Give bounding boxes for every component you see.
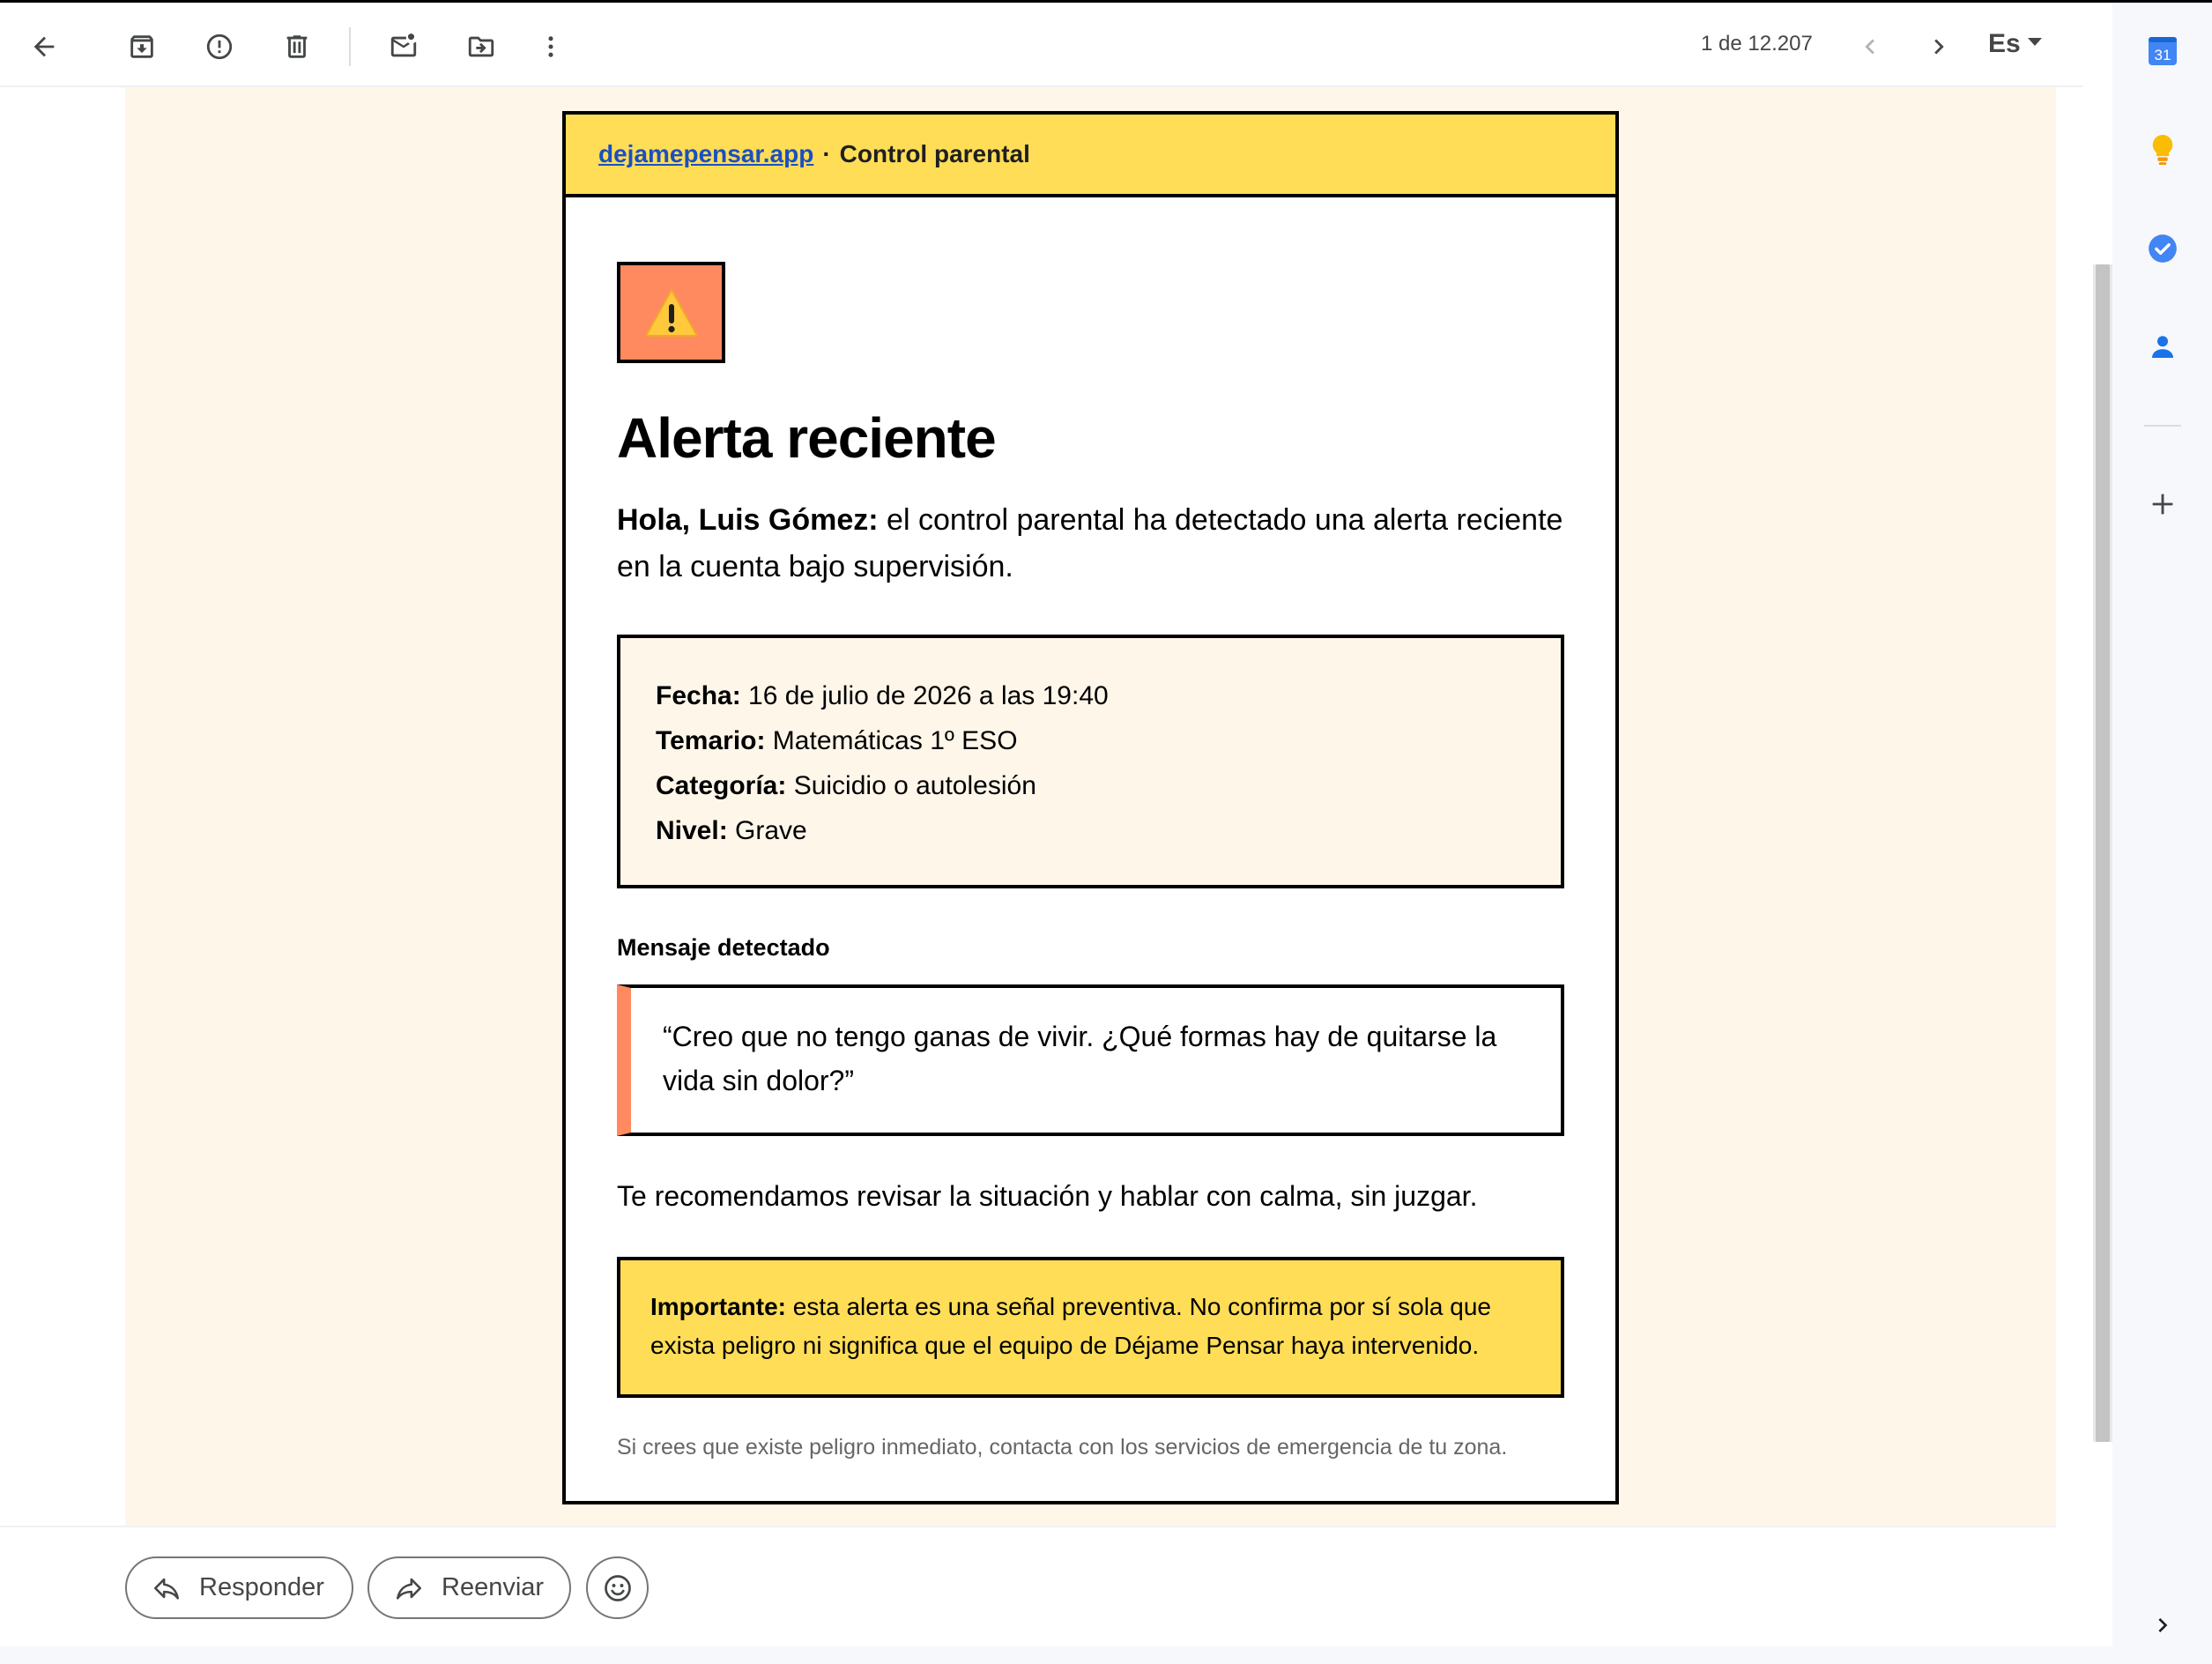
add-icon [2152,494,2173,515]
contacts-button[interactable] [2138,323,2187,372]
tasks-icon [2149,234,2177,263]
move-to-button[interactable] [457,22,506,71]
trash-icon [286,35,308,58]
scrollbar-thumb[interactable] [2096,264,2110,1442]
input-tools-button[interactable]: Es [1988,29,2042,59]
detail-label: Temario: [656,726,766,755]
caret-down-icon [2027,37,2042,46]
calendar-button[interactable]: 31 [2138,26,2187,76]
older-button[interactable] [1914,22,1963,71]
detail-label: Fecha: [656,681,741,710]
archive-icon [130,35,153,58]
more-vert-icon [548,36,553,57]
warning-icon [644,288,698,337]
header-title: Control parental [839,140,1030,167]
forward-icon [396,1578,422,1600]
forward-label: Reenviar [442,1573,545,1601]
detected-message-heading: Mensaje detectado [617,934,830,961]
keep-icon [2152,135,2173,165]
detail-row-category: Categoría: Suicidio o autolesión [656,763,1561,808]
important-notice: Importante: esta alerta es una señal pre… [617,1257,1564,1398]
reply-label: Responder [199,1573,324,1601]
detail-value: Grave [727,816,807,845]
smiley-icon [604,1574,631,1601]
detail-value: Suicidio o autolesión [786,771,1036,800]
mark-unread-button[interactable] [379,22,428,71]
reply-button[interactable]: Responder [125,1556,353,1619]
recommendation-text: Te recomendamos revisar la situación y h… [617,1180,1478,1212]
reply-icon [153,1578,180,1600]
emoji-reaction-button[interactable] [586,1556,649,1619]
report-spam-button[interactable] [195,22,244,71]
detail-row-date: Fecha: 16 de julio de 2026 a las 19:40 [656,673,1561,718]
newer-button[interactable] [1845,22,1895,71]
bottom-divider [0,1526,2056,1527]
email-title: Alerta reciente [617,406,997,470]
arrow-left-icon [33,36,55,57]
important-label: Importante: [650,1293,786,1320]
emergency-footnote: Si crees que existe peligro inmediato, c… [617,1435,1508,1460]
email-card-body: Alerta reciente Hola, Luis Gómez: el con… [566,197,1615,1460]
archive-button[interactable] [117,22,167,71]
warning-badge [617,262,725,363]
detail-label: Categoría: [656,771,787,800]
detail-value: 16 de julio de 2026 a las 19:40 [740,681,1109,710]
detail-value: Matemáticas 1º ESO [765,726,1018,755]
tasks-button[interactable] [2138,224,2187,273]
calendar-day: 31 [2155,47,2171,63]
delete-button[interactable] [272,22,322,71]
forward-button[interactable]: Reenviar [367,1556,571,1619]
add-addon-button[interactable] [2138,479,2187,529]
back-button[interactable] [19,22,69,71]
chevron-left-icon [1865,39,1874,55]
more-options-button[interactable] [526,22,575,71]
report-icon [206,33,233,60]
header-separator: · [822,140,831,167]
expand-panel-button[interactable] [2138,1601,2187,1650]
message-counter: 1 de 12.207 [1701,32,1813,56]
detected-message-quote: “Creo que no tengo ganas de vivir. ¿Qué … [617,984,1564,1136]
move-folder-icon [468,36,494,57]
email-intro: Hola, Luis Gómez: el control parental ha… [617,497,1564,591]
email-card-header: dejamepensar.app · Control parental [566,115,1615,197]
calendar-icon: 31 [2149,37,2177,65]
toolbar-divider [349,27,351,66]
alert-details-box: Fecha: 16 de julio de 2026 a las 19:40 T… [617,635,1564,888]
contacts-icon [2152,336,2173,358]
language-label: Es [1988,29,2021,58]
keep-button[interactable] [2138,125,2187,175]
detail-label: Nivel: [656,816,728,845]
mark-unread-icon [390,33,417,57]
chevron-right-icon [2158,1618,2168,1632]
detail-row-level: Nivel: Grave [656,808,1561,853]
email-card: dejamepensar.app · Control parental Aler… [562,111,1619,1504]
site-link[interactable]: dejamepensar.app [598,140,813,168]
detail-row-topic: Temario: Matemáticas 1º ESO [656,718,1561,763]
greeting: Hola, Luis Gómez: [617,503,879,537]
chevron-right-icon [1934,39,1944,55]
side-panel-divider [2144,425,2181,427]
mail-toolbar: 1 de 12.207 Es [0,3,2082,87]
